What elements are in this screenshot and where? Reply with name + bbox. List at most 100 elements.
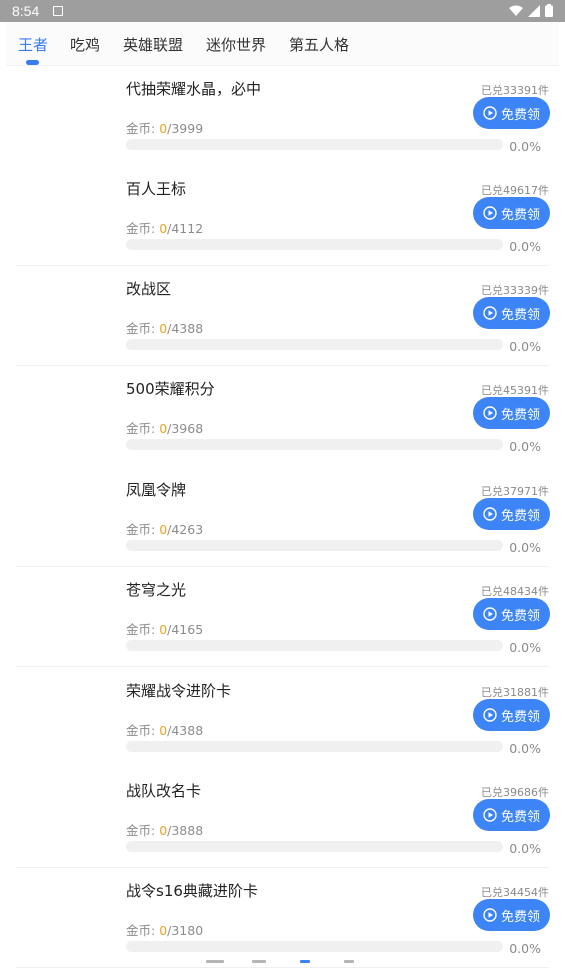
reward-title: 500荣耀积分 xyxy=(126,380,215,398)
coin-progress-text: 金币: 0/4388 xyxy=(126,318,203,337)
coin-current: 0 xyxy=(159,522,168,537)
claim-free-button[interactable]: 免费领 xyxy=(473,397,550,429)
coin-label: 金币: xyxy=(126,823,160,838)
progress-percent: 0.0% xyxy=(509,941,541,956)
reward-title: 荣耀战令进阶卡 xyxy=(126,682,232,700)
coin-total: /4112 xyxy=(167,221,204,236)
coin-label: 金币: xyxy=(126,421,160,436)
coin-current: 0 xyxy=(159,121,168,136)
claim-free-button[interactable]: 免费领 xyxy=(473,97,550,129)
redeemed-count: 已兑45391件 xyxy=(481,384,549,397)
wifi-icon xyxy=(509,5,523,17)
coin-total: /3180 xyxy=(167,923,204,938)
play-circle-icon xyxy=(483,306,497,320)
claim-free-button[interactable]: 免费领 xyxy=(473,598,550,630)
play-circle-icon xyxy=(483,708,497,722)
battery-icon xyxy=(545,4,553,17)
play-circle-icon xyxy=(483,908,497,922)
reward-item: 代抽荣耀水晶，必中 已兑33391件 免费领 金币: 0/3999 0.0% xyxy=(0,66,565,166)
tab-wangzhe[interactable]: 王者 xyxy=(18,34,48,55)
progress-bar xyxy=(126,540,503,551)
claim-button-label: 免费领 xyxy=(500,207,540,223)
active-tab-indicator xyxy=(26,60,39,65)
status-time: 8:54 xyxy=(12,3,40,19)
claim-button-label: 免费领 xyxy=(500,709,540,725)
tab-diwurenge[interactable]: 第五人格 xyxy=(289,34,349,55)
coin-current: 0 xyxy=(159,823,168,838)
tab-mininishijie[interactable]: 迷你世界 xyxy=(206,34,266,55)
claim-button-label: 免费领 xyxy=(500,107,540,123)
claim-free-button[interactable]: 免费领 xyxy=(473,197,550,229)
coin-total: /4165 xyxy=(167,622,204,637)
coin-total: /3968 xyxy=(167,421,204,436)
coin-current: 0 xyxy=(159,622,168,637)
reward-title: 苍穹之光 xyxy=(126,581,187,599)
reward-title: 战队改名卡 xyxy=(126,782,202,800)
status-icons xyxy=(509,4,553,17)
claim-free-button[interactable]: 免费领 xyxy=(473,297,550,329)
coin-progress-text: 金币: 0/3888 xyxy=(126,820,203,839)
reward-item: 凤凰令牌 已兑37971件 免费领 金币: 0/4263 0.0% xyxy=(0,467,565,567)
coin-current: 0 xyxy=(159,421,168,436)
coin-total: /4388 xyxy=(167,723,204,738)
bottom-nav-fragment xyxy=(200,958,360,964)
coin-total: /3888 xyxy=(167,823,204,838)
claim-free-button[interactable]: 免费领 xyxy=(473,899,550,931)
coin-label: 金币: xyxy=(126,121,160,136)
coin-progress-text: 金币: 0/4112 xyxy=(126,218,203,237)
coin-total: /4388 xyxy=(167,321,204,336)
redeemed-count: 已兑33391件 xyxy=(481,84,549,97)
reward-item: 战令s16典藏进阶卡 已兑34454件 免费领 金币: 0/3180 0.0% xyxy=(0,868,565,968)
play-circle-icon xyxy=(483,206,497,220)
reward-item: 500荣耀积分 已兑45391件 免费领 金币: 0/3968 0.0% xyxy=(0,366,565,466)
progress-percent: 0.0% xyxy=(509,139,541,154)
reward-title: 战令s16典藏进阶卡 xyxy=(126,882,258,900)
progress-bar xyxy=(126,741,503,752)
progress-bar xyxy=(126,841,503,852)
tab-yingxionglianmeng[interactable]: 英雄联盟 xyxy=(123,34,183,55)
coin-progress-text: 金币: 0/4263 xyxy=(126,519,203,538)
redeemed-count: 已兑33339件 xyxy=(481,284,549,297)
coin-label: 金币: xyxy=(126,522,160,537)
claim-button-label: 免费领 xyxy=(500,809,540,825)
coin-total: /3999 xyxy=(167,121,204,136)
coin-progress-text: 金币: 0/4165 xyxy=(126,619,203,638)
claim-free-button[interactable]: 免费领 xyxy=(473,498,550,530)
coin-current: 0 xyxy=(159,923,168,938)
progress-bar xyxy=(126,139,503,150)
signal-icon xyxy=(528,4,540,17)
coin-label: 金币: xyxy=(126,923,160,938)
claim-button-label: 免费领 xyxy=(500,608,540,624)
reward-item: 改战区 已兑33339件 免费领 金币: 0/4388 0.0% xyxy=(0,266,565,366)
claim-free-button[interactable]: 免费领 xyxy=(473,799,550,831)
reward-item: 百人王标 已兑49617件 免费领 金币: 0/4112 0.0% xyxy=(0,166,565,266)
claim-button-label: 免费领 xyxy=(500,508,540,524)
reward-item: 苍穹之光 已兑48434件 免费领 金币: 0/4165 0.0% xyxy=(0,567,565,667)
progress-percent: 0.0% xyxy=(509,841,541,856)
progress-percent: 0.0% xyxy=(509,741,541,756)
play-circle-icon xyxy=(483,106,497,120)
progress-bar xyxy=(126,439,503,450)
tab-chiji[interactable]: 吃鸡 xyxy=(70,34,100,55)
coin-label: 金币: xyxy=(126,321,160,336)
redeemed-count: 已兑31881件 xyxy=(481,686,549,699)
claim-button-label: 免费领 xyxy=(500,407,540,423)
coin-current: 0 xyxy=(159,321,168,336)
coin-progress-text: 金币: 0/3999 xyxy=(126,118,203,137)
reward-title: 凤凰令牌 xyxy=(126,481,187,499)
progress-percent: 0.0% xyxy=(509,339,541,354)
coin-label: 金币: xyxy=(126,221,160,236)
progress-bar xyxy=(126,941,503,952)
coin-progress-text: 金币: 0/4388 xyxy=(126,720,203,739)
play-circle-icon xyxy=(483,808,497,822)
claim-free-button[interactable]: 免费领 xyxy=(473,699,550,731)
category-tabs: 王者 吃鸡 英雄联盟 迷你世界 第五人格 xyxy=(6,22,559,66)
coin-current: 0 xyxy=(159,221,168,236)
coin-progress-text: 金币: 0/3968 xyxy=(126,418,203,437)
progress-bar xyxy=(126,339,503,350)
redeemed-count: 已兑37971件 xyxy=(481,485,549,498)
reward-item: 战队改名卡 已兑39686件 免费领 金币: 0/3888 0.0% xyxy=(0,768,565,868)
notification-icon xyxy=(53,6,63,16)
status-bar: 8:54 xyxy=(0,0,565,22)
reward-item: 荣耀战令进阶卡 已兑31881件 免费领 金币: 0/4388 0.0% xyxy=(0,668,565,768)
